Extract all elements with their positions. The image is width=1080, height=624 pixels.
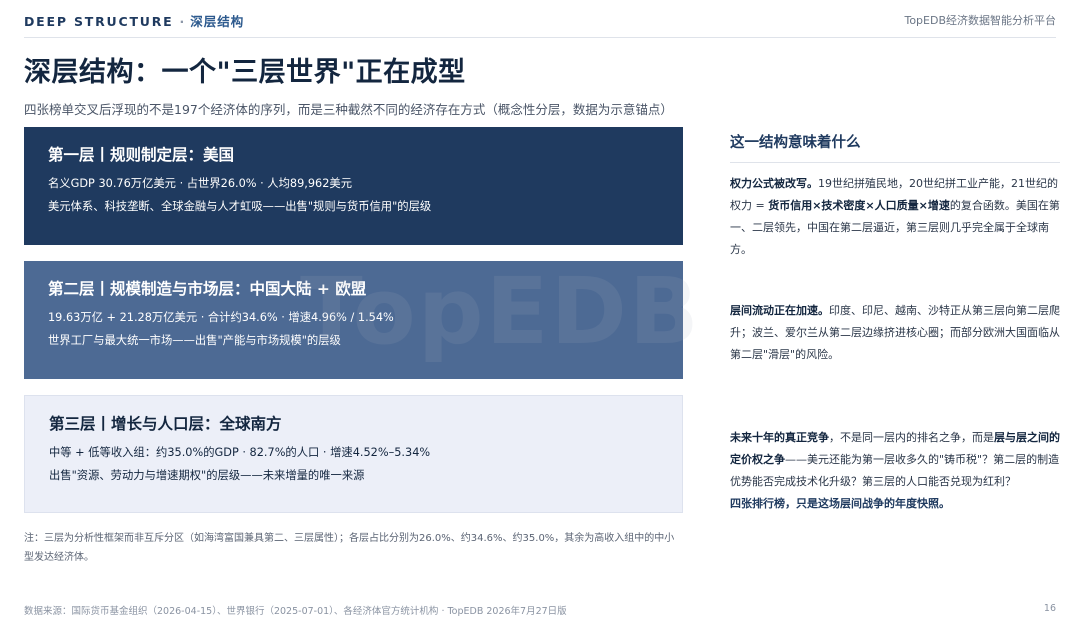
para-lead: 权力公式被改写。 — [730, 177, 818, 190]
platform-name: TopEDB经济数据智能分析平台 — [904, 14, 1056, 27]
layer-card-1: 第一层丨规则制定层：美国 名义GDP 30.76万亿美元 · 占世界26.0% … — [24, 127, 683, 245]
layer-title: 第二层丨规模制造与市场层：中国大陆 + 欧盟 — [48, 280, 367, 298]
section-label-en: DEEP STRUCTURE — [24, 14, 174, 29]
layer-stats: 中等 + 低等收入组：约35.0%的GDP · 82.7%的人口 · 增速4.5… — [49, 446, 431, 459]
layer-title: 第一层丨规则制定层：美国 — [48, 146, 235, 164]
layer-description: 出售"资源、劳动力与增速期权"的层级——未来增量的唯一来源 — [49, 469, 365, 482]
para-emphasis: 货币信用×技术密度×人口质量×增速 — [768, 199, 950, 212]
page-number: 16 — [1043, 603, 1056, 614]
section-label: DEEP STRUCTURE · 深层结构 — [24, 11, 244, 30]
top-bar: DEEP STRUCTURE · 深层结构 TopEDB经济数据智能分析平台 — [24, 0, 1056, 38]
para-conclusion: 四张排行榜，只是这场层间战争的年度快照。 — [730, 497, 950, 510]
side-paragraph-3: 未来十年的真正竞争，不是同一层内的排名之争，而是层与层之间的定价权之争——美元还… — [730, 427, 1060, 515]
side-paragraph-2: 层间流动正在加速。印度、印尼、越南、沙特正从第三层向第二层爬升；波兰、爱尔兰从第… — [730, 300, 1060, 366]
side-heading: 这一结构意味着什么 — [730, 131, 1060, 163]
layer-description: 美元体系、科技垄断、全球金融与人才虹吸——出售"规则与货币信用"的层级 — [48, 200, 432, 213]
data-source: 数据来源：国际货币基金组织（2026-04-15）、世界银行（2025-07-0… — [24, 606, 567, 617]
page-subtitle: 四张榜单交叉后浮现的不是197个经济体的序列，而是三种截然不同的经济存在方式（概… — [24, 102, 673, 117]
layer-stats: 19.63万亿 + 21.28万亿美元 · 合计约34.6% · 增速4.96%… — [48, 311, 394, 324]
section-label-zh: 深层结构 — [190, 14, 245, 29]
side-paragraph-1: 权力公式被改写。19世纪拼殖民地，20世纪拼工业产能，21世纪的权力 = 货币信… — [730, 173, 1060, 261]
para-lead: 层间流动正在加速。 — [730, 304, 829, 317]
page-title: 深层结构：一个"三层世界"正在成型 — [24, 57, 466, 88]
para-text: ，不是同一层内的排名之争，而是 — [829, 431, 994, 444]
section-separator: · — [179, 14, 185, 29]
layer-title: 第三层丨增长与人口层：全球南方 — [49, 415, 282, 433]
layer-description: 世界工厂与最大统一市场——出售"产能与市场规模"的层级 — [48, 334, 341, 347]
side-panel: 这一结构意味着什么 权力公式被改写。19世纪拼殖民地，20世纪拼工业产能，21世… — [730, 127, 1060, 510]
layer-card-3: 第三层丨增长与人口层：全球南方 中等 + 低等收入组：约35.0%的GDP · … — [24, 395, 683, 513]
footnote: 注：三层为分析性框架而非互斥分区（如海湾富国兼具第二、三层属性）；各层占比分别为… — [24, 533, 675, 563]
layer-card-2: 第二层丨规模制造与市场层：中国大陆 + 欧盟 19.63万亿 + 21.28万亿… — [24, 261, 683, 379]
layer-stats: 名义GDP 30.76万亿美元 · 占世界26.0% · 人均89,962美元 — [48, 177, 353, 190]
para-lead: 未来十年的真正竞争 — [730, 431, 829, 444]
